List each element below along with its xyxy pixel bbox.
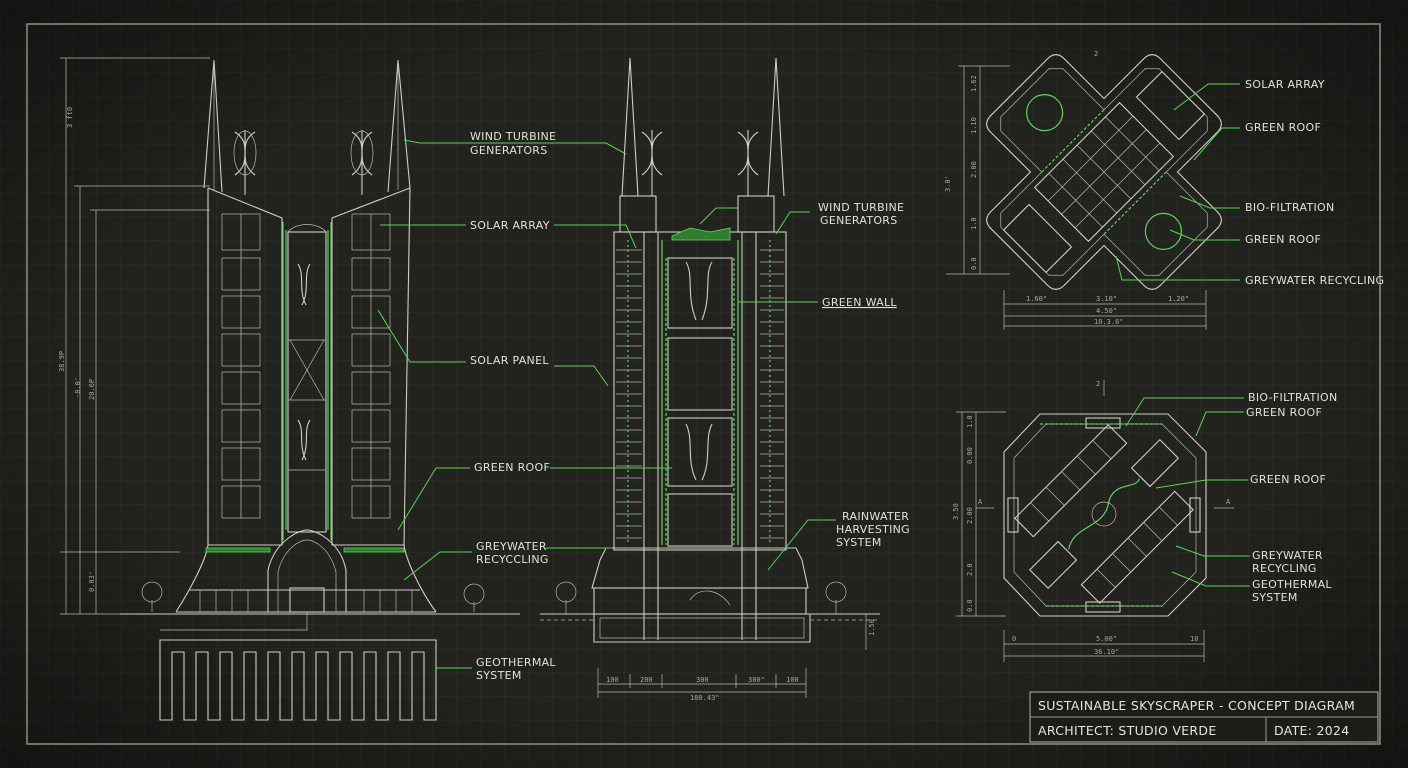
dim-text: 0.00	[966, 447, 974, 464]
label-plan2-greywater-2: RECYCLING	[1252, 562, 1317, 575]
dim-text: 0.0	[966, 599, 974, 612]
dim-text: 38.9P	[58, 351, 66, 372]
title-block-title: SUSTAINABLE SKYSCRAPER - CONCEPT DIAGRAM	[1038, 698, 1355, 713]
dim-text: -8.0'	[74, 377, 82, 398]
dim-text: 2.00	[966, 507, 974, 524]
label-section-wind-turbine-2: GENERATORS	[820, 214, 898, 227]
label-greywater-2: RECYCCLING	[476, 553, 549, 566]
dim-text: 1.60"	[1026, 295, 1047, 303]
label-solar-panel: SOLAR PANEL	[470, 354, 549, 367]
svg-text:GREYWATERRECYCCLING: GREYWATER RECYCCLING	[476, 540, 549, 566]
dim-text: 3.0'	[944, 175, 952, 192]
dim-text: 1.10	[970, 117, 978, 134]
label-plan2-geothermal-2: SYSTEM	[1252, 591, 1298, 604]
label-plan2-green-roof: GREEN ROOF	[1246, 406, 1322, 419]
dim-text: 300	[696, 676, 709, 684]
label-rainwater-3: SYSTEM	[836, 536, 882, 549]
dim-text: 1.62	[970, 75, 978, 92]
dim-text: 100	[606, 676, 619, 684]
title-block-architect: ARCHITECT: STUDIO VERDE	[1038, 723, 1217, 738]
dim-text: 1.0	[970, 217, 978, 230]
label-greywater: GREYWATER	[476, 540, 547, 553]
dim-text: 2.00	[970, 161, 978, 178]
label-plan-solar-array: SOLAR ARRAY	[1245, 78, 1325, 91]
dim-text: 0	[1012, 635, 1016, 643]
label-plan2-green-roof-2: GREEN ROOF	[1250, 473, 1326, 486]
title-block: SUSTAINABLE SKYSCRAPER - CONCEPT DIAGRAM…	[1029, 691, 1379, 743]
dim-text: 0.03'	[88, 571, 96, 592]
svg-text:GREYWATERRECYCLING: GREYWATER RECYCLING	[1252, 549, 1323, 575]
dim-text: 2.0	[966, 563, 974, 576]
label-rainwater-2: HARVESTING	[836, 523, 910, 536]
label-plan-green-roof-2: GREEN ROOF	[1245, 233, 1321, 246]
dim-text: 1.0	[966, 415, 974, 428]
dim-text: 100	[786, 676, 799, 684]
label-green-roof: GREEN ROOF	[474, 461, 550, 474]
label-plan-green-roof: GREEN ROOF	[1245, 121, 1321, 134]
dim-text: 300"	[748, 676, 765, 684]
dim-text: 0.0	[970, 257, 978, 270]
title-block-date: DATE: 2024	[1274, 723, 1350, 738]
blueprint-canvas: 3 ft0 -8.0' 38.9P 20.6P 0.03' WIND TURBI…	[0, 0, 1408, 768]
label-wind-turbine-2: GENERATORS	[470, 144, 548, 157]
label-geothermal: GEOTHERMAL	[476, 656, 556, 669]
label-plan2-geothermal: GEOTHERMAL	[1252, 578, 1332, 591]
dim-text: 10.3.6"	[1094, 318, 1124, 326]
dim-text: 1.20"	[1168, 295, 1189, 303]
label-green-wall: GREEN WALL	[822, 296, 897, 309]
dim-text: 200	[640, 676, 653, 684]
dim-text: 3 ft0	[66, 107, 74, 128]
plan-number: 2	[1096, 380, 1100, 388]
dim-text: 180.43"	[690, 694, 720, 702]
dim-text: 5.00"	[1096, 635, 1117, 643]
label-plan2-greywater: GREYWATER	[1252, 549, 1323, 562]
label-plan2-bio-filtration: BIO-FILTRATION	[1248, 391, 1338, 404]
label-solar-array: SOLAR ARRAY	[470, 219, 550, 232]
dim-text: 4.50"	[1096, 307, 1117, 315]
label-rainwater: RAINWATER	[842, 510, 909, 523]
svg-text:WIND TURBINEGENERATORS: WIND TURBINE GENERATORS	[818, 201, 904, 227]
dim-text: 3.50	[952, 503, 960, 520]
label-section-wind-turbine: WIND TURBINE	[818, 201, 904, 214]
dim-text: 1.50	[868, 619, 876, 636]
label-plan-greywater: GREYWATER RECYCLING	[1245, 274, 1384, 287]
dim-text: 3.10"	[1096, 295, 1117, 303]
dim-text: 20.6P	[88, 379, 96, 400]
dim-text: 10	[1190, 635, 1198, 643]
dim-text: 36.10"	[1094, 648, 1119, 656]
label-wind-turbine: WIND TURBINE	[470, 130, 556, 143]
label-plan-bio-filtration: BIO-FILTRATION	[1245, 201, 1335, 214]
plan-number: 2	[1094, 50, 1098, 58]
label-geothermal-2: SYSTEM	[476, 669, 522, 682]
